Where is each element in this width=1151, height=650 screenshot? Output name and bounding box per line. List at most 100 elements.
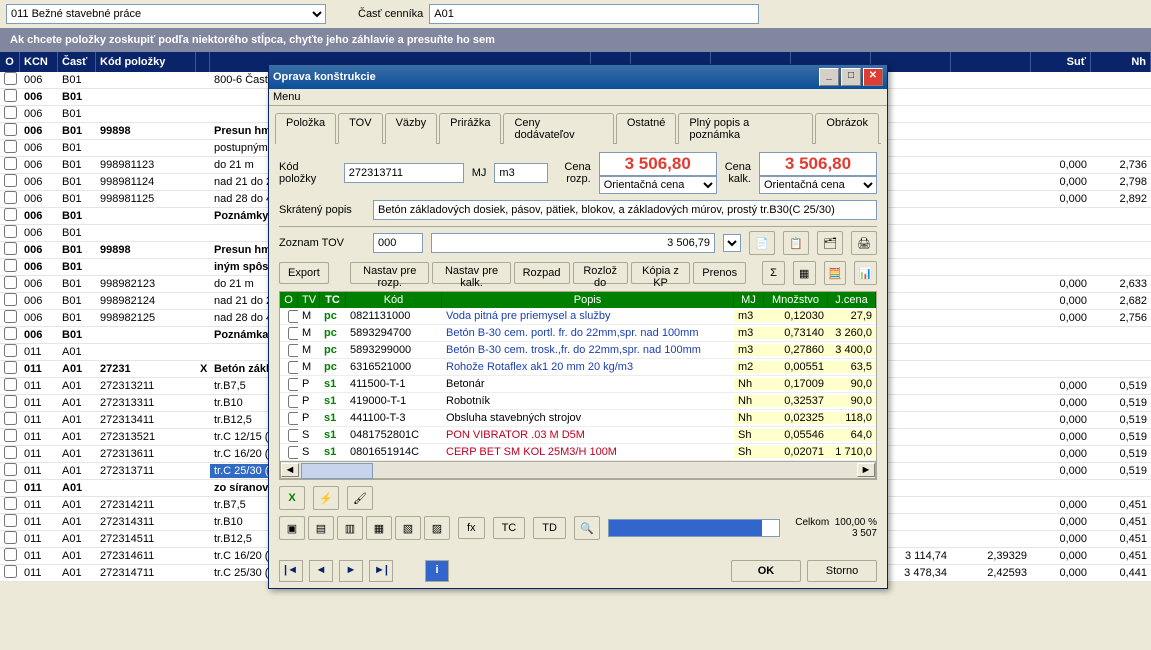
row-checkbox[interactable] <box>4 429 17 442</box>
maximize-button[interactable]: □ <box>841 68 861 86</box>
brush-icon[interactable]: 🖌 <box>347 486 373 510</box>
tool-icon-5[interactable]: 📊 <box>854 261 877 285</box>
row-checkbox[interactable] <box>4 446 17 459</box>
icon-d[interactable]: ▦ <box>366 516 392 540</box>
ok-button[interactable]: OK <box>731 560 801 582</box>
excel-icon[interactable]: X <box>279 486 305 510</box>
row-checkbox[interactable] <box>4 531 17 544</box>
zoznam-sum[interactable] <box>431 233 715 253</box>
tov-checkbox[interactable] <box>288 395 298 408</box>
skrat-input[interactable] <box>373 200 877 220</box>
tab-plný-popis-a-poznámka[interactable]: Plný popis a poznámka <box>678 113 813 144</box>
row-checkbox[interactable] <box>4 548 17 561</box>
zoom-icon[interactable]: 🔍 <box>574 516 600 540</box>
icon-f[interactable]: ▨ <box>424 516 450 540</box>
td-button[interactable]: TD <box>533 517 566 539</box>
rozpad-button[interactable]: Rozpad <box>514 262 570 284</box>
nav-next[interactable]: ► <box>339 560 363 582</box>
tool-icon-2[interactable]: 📋 <box>783 231 809 255</box>
tov-row[interactable]: Mpc5893294700Betón B-30 cem. portl. fr. … <box>280 325 876 342</box>
tov-row[interactable]: Ps1411500-T-1BetonárNh0,1700990,0 <box>280 376 876 393</box>
storno-button[interactable]: Storno <box>807 560 877 582</box>
tool-icon-1[interactable]: 📄 <box>749 231 775 255</box>
menu-menu[interactable]: Menu <box>273 91 301 103</box>
print-icon[interactable]: 🖨 <box>851 231 877 255</box>
nav-first[interactable]: |◄ <box>279 560 303 582</box>
tov-checkbox[interactable] <box>288 378 298 391</box>
row-checkbox[interactable] <box>4 395 17 408</box>
tov-checkbox[interactable] <box>288 429 298 442</box>
row-checkbox[interactable] <box>4 259 17 272</box>
tov-checkbox[interactable] <box>288 412 298 425</box>
row-checkbox[interactable] <box>4 293 17 306</box>
tov-checkbox[interactable] <box>288 327 298 340</box>
row-checkbox[interactable] <box>4 310 17 323</box>
nav-prev[interactable]: ◄ <box>309 560 333 582</box>
nastav-pre-kalk.-button[interactable]: Nastav pre kalk. <box>432 262 510 284</box>
fx-button[interactable]: fx <box>458 517 485 539</box>
prenos-button[interactable]: Prenos <box>693 262 746 284</box>
tov-row[interactable]: Ss10481752801CPON VIBRATOR .03 M D5MSh0,… <box>280 427 876 444</box>
row-checkbox[interactable] <box>4 361 17 374</box>
tov-row[interactable]: Ss10801651914CCERP BET SM KOL 25M3/H 100… <box>280 444 876 461</box>
tov-row[interactable]: Mpc5893299000Betón B-30 cem. trosk.,fr. … <box>280 342 876 359</box>
tab-tov[interactable]: TOV <box>338 113 382 144</box>
tc-button[interactable]: TC <box>493 517 526 539</box>
row-checkbox[interactable] <box>4 514 17 527</box>
icon-e[interactable]: ▧ <box>395 516 421 540</box>
tov-row[interactable]: Ps1419000-T-1RobotníkNh0,3253790,0 <box>280 393 876 410</box>
price-list-combo[interactable]: 011 Bežné stavebné práce <box>6 4 326 24</box>
row-checkbox[interactable] <box>4 123 17 136</box>
row-checkbox[interactable] <box>4 480 17 493</box>
tab-obrázok[interactable]: Obrázok <box>815 113 879 144</box>
tab-väzby[interactable]: Väzby <box>385 113 438 144</box>
tab-ostatné[interactable]: Ostatné <box>616 113 677 144</box>
minimize-button[interactable]: _ <box>819 68 839 86</box>
tab-ceny-dodávateľov[interactable]: Ceny dodávateľov <box>503 113 613 144</box>
close-button[interactable]: ✕ <box>863 68 883 86</box>
nastav-pre-rozp.-button[interactable]: Nastav pre rozp. <box>350 262 430 284</box>
icon-a[interactable]: ▣ <box>279 516 305 540</box>
mj-input[interactable] <box>494 163 548 183</box>
row-checkbox[interactable] <box>4 412 17 425</box>
row-checkbox[interactable] <box>4 327 17 340</box>
tov-row[interactable]: Mpc6316521000Rohože Rotaflex ak1 20 mm 2… <box>280 359 876 376</box>
cena-rozp-type[interactable]: Orientačná cena <box>599 176 717 194</box>
row-checkbox[interactable] <box>4 344 17 357</box>
export-button[interactable]: Export <box>279 262 329 284</box>
zoznam-code[interactable] <box>373 233 423 253</box>
flash-icon[interactable]: ⚡ <box>313 486 339 510</box>
kod-input[interactable] <box>344 163 464 183</box>
row-checkbox[interactable] <box>4 106 17 119</box>
tov-table[interactable]: O TV TC Kód Popis MJ Množstvo J.cena Mpc… <box>279 291 877 480</box>
tov-hscroll[interactable]: ◄ ► <box>280 461 876 479</box>
row-checkbox[interactable] <box>4 157 17 170</box>
kópia-z-kp-button[interactable]: Kópia z KP <box>631 262 690 284</box>
row-checkbox[interactable] <box>4 497 17 510</box>
tov-checkbox[interactable] <box>288 310 298 323</box>
calc-icon[interactable]: 🧮 <box>824 261 847 285</box>
row-checkbox[interactable] <box>4 225 17 238</box>
info-icon[interactable]: i <box>425 560 449 582</box>
tov-checkbox[interactable] <box>288 344 298 357</box>
tab-prirážka[interactable]: Prirážka <box>439 113 501 144</box>
cena-kalk-type[interactable]: Orientačná cena <box>759 176 877 194</box>
cast-input[interactable] <box>429 4 759 24</box>
icon-b[interactable]: ▤ <box>308 516 334 540</box>
row-checkbox[interactable] <box>4 378 17 391</box>
scroll-left-icon[interactable]: ◄ <box>281 463 299 477</box>
row-checkbox[interactable] <box>4 242 17 255</box>
zoznam-dropdown[interactable] <box>723 234 741 252</box>
tov-row[interactable]: Mpc0821131000Voda pitná pre priemysel a … <box>280 308 876 325</box>
rozlož-do-button[interactable]: Rozlož do <box>573 262 628 284</box>
tov-checkbox[interactable] <box>288 446 298 459</box>
row-checkbox[interactable] <box>4 191 17 204</box>
row-checkbox[interactable] <box>4 72 17 85</box>
row-checkbox[interactable] <box>4 276 17 289</box>
row-checkbox[interactable] <box>4 463 17 476</box>
scroll-right-icon[interactable]: ► <box>857 463 875 477</box>
tool-icon-4[interactable]: ▦ <box>793 261 816 285</box>
tov-row[interactable]: Ps1441100-T-3Obsluha stavebných strojovN… <box>280 410 876 427</box>
row-checkbox[interactable] <box>4 208 17 221</box>
tov-checkbox[interactable] <box>288 361 298 374</box>
